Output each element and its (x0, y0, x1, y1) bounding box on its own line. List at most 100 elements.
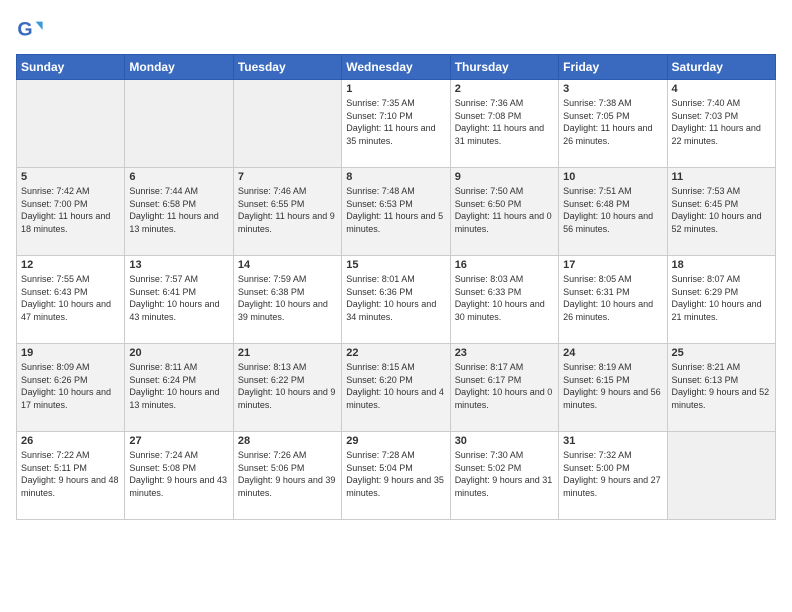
day-number: 11 (672, 171, 771, 183)
day-info: Sunrise: 8:19 AMSunset: 6:15 PMDaylight:… (563, 361, 662, 411)
day-info: Sunrise: 8:11 AMSunset: 6:24 PMDaylight:… (129, 361, 228, 411)
calendar-day-cell: 7 Sunrise: 7:46 AMSunset: 6:55 PMDaylight… (233, 168, 341, 256)
day-info: Sunrise: 7:40 AMSunset: 7:03 PMDaylight:… (672, 97, 771, 147)
calendar-day-cell: 20 Sunrise: 8:11 AMSunset: 6:24 PMDayligh… (125, 344, 233, 432)
calendar-day-cell: 11 Sunrise: 7:53 AMSunset: 6:45 PMDayligh… (667, 168, 775, 256)
day-info: Sunrise: 8:17 AMSunset: 6:17 PMDaylight:… (455, 361, 554, 411)
calendar-day-cell: 14Sunrise: 7:59 AMSunset: 6:38 PMDayligh… (233, 256, 341, 344)
day-number: 18 (672, 259, 771, 271)
calendar-day-cell: 3Sunrise: 7:38 AMSunset: 7:05 PMDaylight… (559, 80, 667, 168)
day-info: Sunrise: 8:13 AMSunset: 6:22 PMDaylight:… (238, 361, 337, 411)
calendar-day-cell: 15 Sunrise: 8:01 AMSunset: 6:36 PMDayligh… (342, 256, 450, 344)
calendar-day-cell: 23 Sunrise: 8:17 AMSunset: 6:17 PMDayligh… (450, 344, 558, 432)
day-info: Sunrise: 8:07 AMSunset: 6:29 PMDaylight:… (672, 273, 771, 323)
logo-icon: G (16, 16, 44, 44)
calendar-day-cell (233, 80, 341, 168)
calendar-day-cell (125, 80, 233, 168)
calendar-week-row: 19Sunrise: 8:09 AMSunset: 6:26 PMDayligh… (17, 344, 776, 432)
day-info: Sunrise: 8:15 AMSunset: 6:20 PMDaylight:… (346, 361, 445, 411)
day-info: Sunrise: 7:42 AMSunset: 7:00 PMDaylight:… (21, 185, 120, 235)
day-info: Sunrise: 7:44 AMSunset: 6:58 PMDaylight:… (129, 185, 228, 235)
calendar-table: SundayMondayTuesdayWednesdayThursdayFrid… (16, 54, 776, 520)
calendar-week-row: 26 Sunrise: 7:22 AMSunset: 5:11 PMDayligh… (17, 432, 776, 520)
day-info: Sunrise: 7:22 AMSunset: 5:11 PMDaylight:… (21, 449, 120, 499)
day-info: Sunrise: 8:21 AMSunset: 6:13 PMDaylight:… (672, 361, 771, 411)
calendar-day-cell: 18 Sunrise: 8:07 AMSunset: 6:29 PMDayligh… (667, 256, 775, 344)
weekday-header: Wednesday (342, 55, 450, 80)
calendar-day-cell: 17 Sunrise: 8:05 AMSunset: 6:31 PMDayligh… (559, 256, 667, 344)
day-number: 7 (238, 171, 337, 183)
day-number: 22 (346, 347, 445, 359)
day-number: 27 (129, 435, 228, 447)
day-number: 2 (455, 83, 554, 95)
day-info: Sunrise: 7:53 AMSunset: 6:45 PMDaylight:… (672, 185, 771, 235)
calendar-day-cell: 5 Sunrise: 7:42 AMSunset: 7:00 PMDaylight… (17, 168, 125, 256)
day-info: Sunrise: 7:38 AMSunset: 7:05 PMDaylight:… (563, 97, 662, 147)
day-number: 8 (346, 171, 445, 183)
weekday-header: Monday (125, 55, 233, 80)
calendar-day-cell: 21Sunrise: 8:13 AMSunset: 6:22 PMDayligh… (233, 344, 341, 432)
calendar-day-cell: 27 Sunrise: 7:24 AMSunset: 5:08 PMDayligh… (125, 432, 233, 520)
day-number: 4 (672, 83, 771, 95)
calendar-day-cell: 6Sunrise: 7:44 AMSunset: 6:58 PMDaylight… (125, 168, 233, 256)
day-info: Sunrise: 7:55 AMSunset: 6:43 PMDaylight:… (21, 273, 120, 323)
day-info: Sunrise: 7:35 AMSunset: 7:10 PMDaylight:… (346, 97, 445, 147)
day-number: 31 (563, 435, 662, 447)
calendar-day-cell: 31Sunrise: 7:32 AMSunset: 5:00 PMDayligh… (559, 432, 667, 520)
day-info: Sunrise: 7:48 AMSunset: 6:53 PMDaylight:… (346, 185, 445, 235)
calendar-day-cell: 12 Sunrise: 7:55 AMSunset: 6:43 PMDayligh… (17, 256, 125, 344)
calendar-day-cell: 25 Sunrise: 8:21 AMSunset: 6:13 PMDayligh… (667, 344, 775, 432)
weekday-header: Friday (559, 55, 667, 80)
page-header: G (16, 16, 776, 44)
calendar-day-cell: 1Sunrise: 7:35 AMSunset: 7:10 PMDaylight… (342, 80, 450, 168)
day-info: Sunrise: 7:57 AMSunset: 6:41 PMDaylight:… (129, 273, 228, 323)
day-info: Sunrise: 8:03 AMSunset: 6:33 PMDaylight:… (455, 273, 554, 323)
day-number: 23 (455, 347, 554, 359)
weekday-header: Tuesday (233, 55, 341, 80)
day-number: 9 (455, 171, 554, 183)
calendar-day-cell: 19Sunrise: 8:09 AMSunset: 6:26 PMDayligh… (17, 344, 125, 432)
calendar-body: 1Sunrise: 7:35 AMSunset: 7:10 PMDaylight… (17, 80, 776, 520)
calendar-header-row: SundayMondayTuesdayWednesdayThursdayFrid… (17, 55, 776, 80)
day-number: 5 (21, 171, 120, 183)
calendar-day-cell: 9Sunrise: 7:50 AMSunset: 6:50 PMDaylight… (450, 168, 558, 256)
day-number: 12 (21, 259, 120, 271)
calendar-day-cell: 29 Sunrise: 7:28 AMSunset: 5:04 PMDayligh… (342, 432, 450, 520)
day-info: Sunrise: 7:24 AMSunset: 5:08 PMDaylight:… (129, 449, 228, 499)
svg-text:G: G (17, 19, 32, 41)
day-info: Sunrise: 7:36 AMSunset: 7:08 PMDaylight:… (455, 97, 554, 147)
calendar-day-cell: 26 Sunrise: 7:22 AMSunset: 5:11 PMDayligh… (17, 432, 125, 520)
weekday-header: Thursday (450, 55, 558, 80)
calendar-week-row: 12 Sunrise: 7:55 AMSunset: 6:43 PMDayligh… (17, 256, 776, 344)
calendar-day-cell: 16 Sunrise: 8:03 AMSunset: 6:33 PMDayligh… (450, 256, 558, 344)
calendar-day-cell: 28Sunrise: 7:26 AMSunset: 5:06 PMDayligh… (233, 432, 341, 520)
day-number: 17 (563, 259, 662, 271)
calendar-day-cell: 10Sunrise: 7:51 AMSunset: 6:48 PMDayligh… (559, 168, 667, 256)
weekday-header: Saturday (667, 55, 775, 80)
day-number: 29 (346, 435, 445, 447)
calendar-day-cell: 4 Sunrise: 7:40 AMSunset: 7:03 PMDaylight… (667, 80, 775, 168)
calendar-day-cell: 2 Sunrise: 7:36 AMSunset: 7:08 PMDaylight… (450, 80, 558, 168)
calendar-day-cell: 30Sunrise: 7:30 AMSunset: 5:02 PMDayligh… (450, 432, 558, 520)
day-number: 15 (346, 259, 445, 271)
day-number: 26 (21, 435, 120, 447)
calendar-day-cell: 24 Sunrise: 8:19 AMSunset: 6:15 PMDayligh… (559, 344, 667, 432)
logo: G (16, 16, 48, 44)
day-info: Sunrise: 8:05 AMSunset: 6:31 PMDaylight:… (563, 273, 662, 323)
day-info: Sunrise: 7:30 AMSunset: 5:02 PMDaylight:… (455, 449, 554, 499)
day-info: Sunrise: 7:28 AMSunset: 5:04 PMDaylight:… (346, 449, 445, 499)
day-info: Sunrise: 7:46 AMSunset: 6:55 PMDaylight:… (238, 185, 337, 235)
day-number: 20 (129, 347, 228, 359)
calendar-day-cell (667, 432, 775, 520)
calendar-day-cell: 13 Sunrise: 7:57 AMSunset: 6:41 PMDayligh… (125, 256, 233, 344)
day-number: 28 (238, 435, 337, 447)
day-info: Sunrise: 7:51 AMSunset: 6:48 PMDaylight:… (563, 185, 662, 235)
day-number: 13 (129, 259, 228, 271)
weekday-header: Sunday (17, 55, 125, 80)
calendar-week-row: 5 Sunrise: 7:42 AMSunset: 7:00 PMDaylight… (17, 168, 776, 256)
day-info: Sunrise: 8:01 AMSunset: 6:36 PMDaylight:… (346, 273, 445, 323)
day-number: 14 (238, 259, 337, 271)
day-number: 24 (563, 347, 662, 359)
day-number: 16 (455, 259, 554, 271)
day-number: 25 (672, 347, 771, 359)
